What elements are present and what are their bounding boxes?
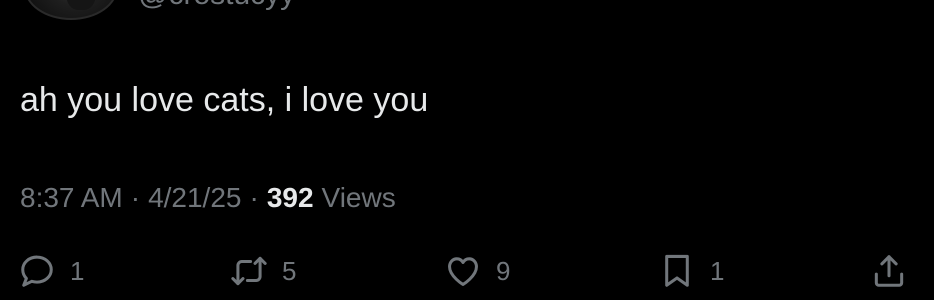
user-handle[interactable]: @crostucyy [138,0,295,12]
bookmark-icon [658,252,696,290]
retweet-count: 5 [282,255,297,286]
reply-icon [18,252,56,290]
meta-separator: · [130,182,141,213]
views-label: Views [321,182,396,213]
heart-icon [444,252,482,290]
tweet-text: ah you love cats, i love you [20,81,429,119]
share-icon [870,252,908,290]
bookmark-button[interactable]: 1 [658,250,724,292]
avatar-image [66,0,96,10]
meta-separator: · [249,182,259,213]
tweet-meta: 8:37 AM · 4/21/25 · 392 Views [20,180,396,216]
retweet-icon [230,252,268,290]
like-count: 9 [496,255,511,286]
tweet-time[interactable]: 8:37 AM [20,180,123,216]
share-button[interactable] [870,250,908,292]
like-button[interactable]: 9 [444,250,510,292]
bookmark-count: 1 [710,255,725,286]
tweet-date[interactable]: 4/21/25 [148,180,241,216]
views-count: 392 [266,182,314,213]
tweet-actions: 1 5 9 1 [0,250,934,292]
reply-button[interactable]: 1 [18,250,84,292]
reply-count: 1 [70,255,85,286]
retweet-button[interactable]: 5 [230,250,296,292]
avatar[interactable] [24,0,118,20]
